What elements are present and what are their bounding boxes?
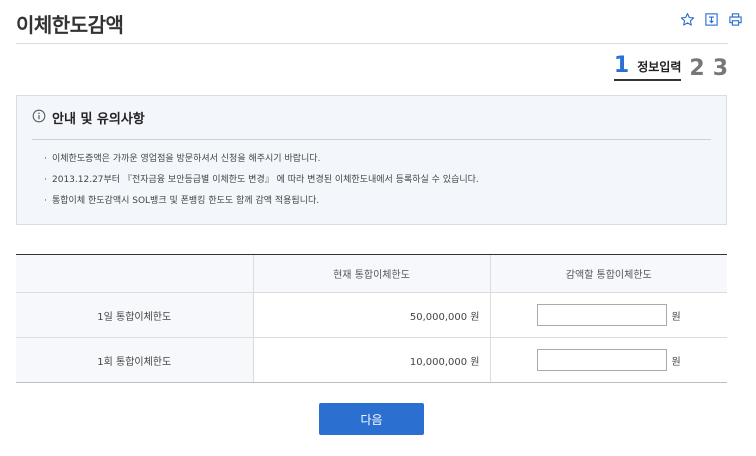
notice-list: 이체한도증액은 가까운 영업점을 방문하셔서 신청을 해주시기 바랍니다. 20… — [44, 152, 479, 215]
notice-header: 안내 및 유의사항 — [32, 108, 145, 127]
daily-limit-label: 1일 통합이체한도 — [16, 292, 253, 338]
single-limit-input-cell: 원 — [489, 337, 727, 383]
single-limit-label: 1회 통합이체한도 — [16, 337, 253, 383]
header-actions — [678, 10, 744, 28]
won-unit: 원 — [671, 356, 681, 368]
won-unit: 원 — [671, 311, 681, 323]
header-blank — [16, 254, 253, 293]
table-row-single: 1회 통합이체한도 10,000,000 원 원 — [16, 337, 727, 383]
header-reduce-limit: 감액할 통합이체한도 — [489, 254, 727, 293]
daily-limit-amount: 50,000,000 원 — [252, 292, 490, 338]
step-1: 1 정보입력 — [613, 53, 682, 81]
notice-title: 안내 및 유의사항 — [52, 112, 145, 127]
notice-divider — [32, 139, 711, 140]
download-icon[interactable] — [702, 10, 720, 28]
step-3-number: 3 — [712, 56, 728, 81]
page-title: 이체한도감액 — [16, 13, 124, 37]
single-limit-amount: 10,000,000 원 — [252, 337, 490, 383]
step-2-number: 2 — [689, 56, 705, 81]
single-reduce-input[interactable] — [536, 349, 667, 371]
notice-box: 안내 및 유의사항 이체한도증액은 가까운 영업점을 방문하셔서 신청을 해주시… — [16, 95, 727, 225]
info-icon — [32, 108, 46, 127]
notice-item: 2013.12.27부터 『전자금융 보안등급별 이체한도 변경』 에 따라 변… — [44, 173, 479, 194]
step-1-number: 1 — [613, 53, 630, 78]
daily-reduce-input[interactable] — [536, 304, 667, 326]
notice-item: 통합이체 한도감액시 SOL뱅크 및 폰뱅킹 한도도 함께 감액 적용됩니다. — [44, 194, 479, 215]
table-header-row: 현재 통합이체한도 감액할 통합이체한도 — [16, 254, 727, 293]
notice-item: 이체한도증액은 가까운 영업점을 방문하셔서 신청을 해주시기 바랍니다. — [44, 152, 479, 173]
step-indicator: 1 정보입력 2 3 — [613, 53, 728, 81]
next-button[interactable]: 다음 — [319, 403, 424, 435]
print-icon[interactable] — [726, 10, 744, 28]
table-row-daily: 1일 통합이체한도 50,000,000 원 원 — [16, 292, 727, 338]
step-1-label: 정보입력 — [637, 60, 682, 74]
header-current-limit: 현재 통합이체한도 — [252, 254, 490, 293]
limit-table: 현재 통합이체한도 감액할 통합이체한도 1일 통합이체한도 50,000,00… — [16, 254, 727, 383]
daily-limit-input-cell: 원 — [489, 292, 727, 338]
title-divider — [16, 43, 728, 44]
star-icon[interactable] — [678, 10, 696, 28]
